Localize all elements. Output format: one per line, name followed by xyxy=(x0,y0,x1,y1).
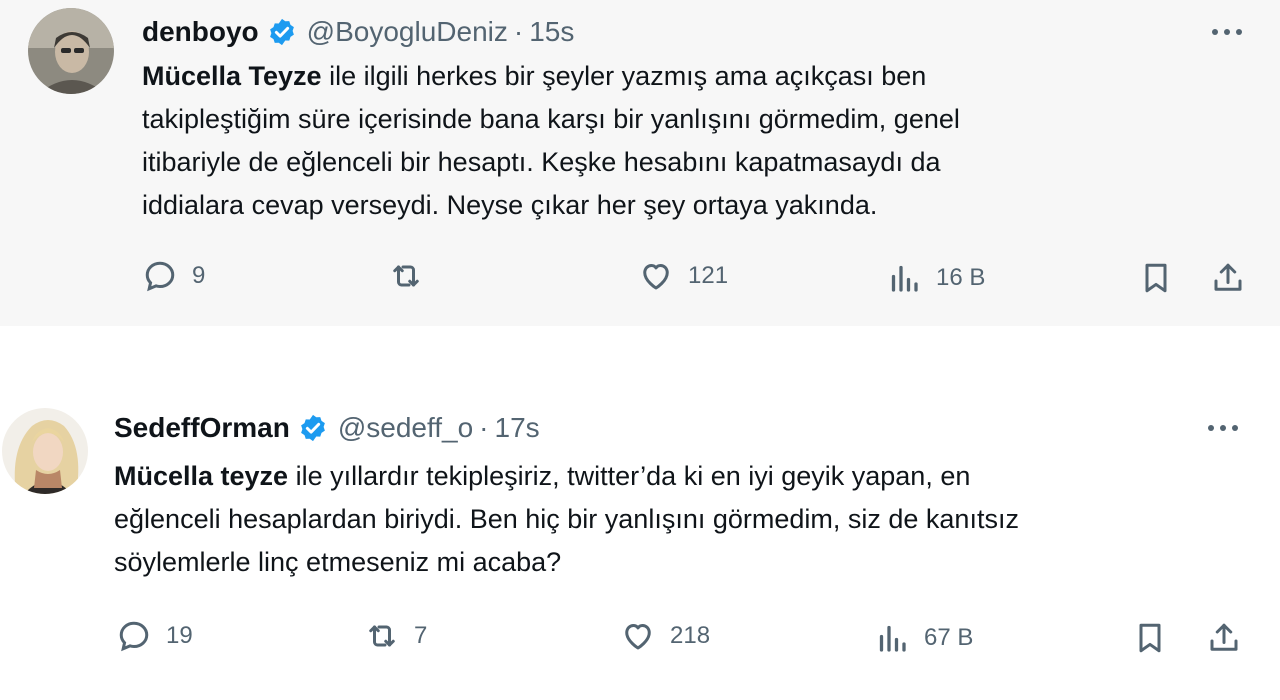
text-line-1: ile yıllardır tekipleşiriz, twitter’da k… xyxy=(288,461,971,491)
text-line-2: takipleştiğim süre içerisinde bana karşı… xyxy=(142,104,960,134)
share-icon xyxy=(1210,260,1246,296)
retweet-count: 7 xyxy=(414,622,428,649)
share-icon xyxy=(1206,620,1242,656)
text-line-4: iddialara cevap verseydi. Neyse çıkar he… xyxy=(142,190,878,220)
verified-badge-icon xyxy=(267,17,297,47)
handle[interactable]: @BoyogluDeniz xyxy=(307,16,508,48)
text-bold-mention: Mücella Teyze xyxy=(142,61,322,91)
text-line-3: itibariyle de eğlenceli bir hesaptı. Keş… xyxy=(142,147,941,177)
reply-count: 19 xyxy=(166,622,193,649)
reply-icon xyxy=(116,618,152,654)
tweet-card[interactable]: denboyo @BoyogluDeniz · 15s Mücella Teyz… xyxy=(0,0,1280,326)
display-name[interactable]: SedeffOrman xyxy=(114,412,290,444)
views-count: 16 B xyxy=(936,264,986,291)
handle[interactable]: @sedeff_o xyxy=(338,412,473,444)
retweet-button[interactable]: 7 xyxy=(364,618,427,654)
views-count: 67 B xyxy=(924,624,974,651)
tweet-header: denboyo @BoyogluDeniz · 15s xyxy=(142,12,574,52)
text-line-2: eğlenceli hesaplardan biriydi. Ben hiç b… xyxy=(114,504,1019,534)
views-button[interactable]: 67 B xyxy=(874,620,973,656)
reply-button[interactable]: 19 xyxy=(116,618,193,654)
share-button[interactable] xyxy=(1206,620,1242,656)
text-line-1: ile ilgili herkes bir şeyler yazmış ama … xyxy=(321,61,927,91)
like-count: 121 xyxy=(688,262,729,289)
separator: · xyxy=(479,412,489,443)
tweet-text: Mücella teyze ile yıllardır tekipleşiriz… xyxy=(114,455,1254,584)
avatar[interactable] xyxy=(28,8,114,94)
views-chart-icon xyxy=(886,260,922,296)
reply-count: 9 xyxy=(192,262,206,289)
bookmark-button[interactable] xyxy=(1138,260,1174,296)
timestamp[interactable]: 15s xyxy=(529,16,574,48)
bookmark-icon xyxy=(1138,260,1174,296)
more-options-icon[interactable] xyxy=(1208,418,1238,438)
views-button[interactable]: 16 B xyxy=(886,260,985,296)
heart-icon xyxy=(620,618,656,654)
bookmark-icon xyxy=(1132,620,1168,656)
retweet-icon xyxy=(364,618,400,654)
timestamp[interactable]: 17s xyxy=(495,412,540,444)
retweet-button[interactable] xyxy=(388,258,438,294)
share-button[interactable] xyxy=(1210,260,1246,296)
avatar[interactable] xyxy=(2,408,88,494)
bookmark-button[interactable] xyxy=(1132,620,1168,656)
separator: · xyxy=(513,16,524,47)
like-button[interactable]: 218 xyxy=(620,618,710,654)
more-options-icon[interactable] xyxy=(1212,22,1242,42)
views-chart-icon xyxy=(874,620,910,656)
tweet-header: SedeffOrman @sedeff_o · 17s xyxy=(114,408,540,448)
tweet-text: Mücella Teyze ile ilgili herkes bir şeyl… xyxy=(142,55,1152,227)
reply-button[interactable]: 9 xyxy=(142,258,205,294)
tweet-divider xyxy=(0,326,1280,354)
verified-badge-icon xyxy=(298,413,328,443)
reply-icon xyxy=(142,258,178,294)
like-count: 218 xyxy=(670,622,711,649)
heart-icon xyxy=(638,258,674,294)
retweet-icon xyxy=(388,258,424,294)
display-name[interactable]: denboyo xyxy=(142,16,259,48)
text-line-3: söylemlerle linç etmeseniz mi acaba? xyxy=(114,547,562,577)
text-bold-mention: Mücella teyze xyxy=(114,461,289,491)
like-button[interactable]: 121 xyxy=(638,258,728,294)
